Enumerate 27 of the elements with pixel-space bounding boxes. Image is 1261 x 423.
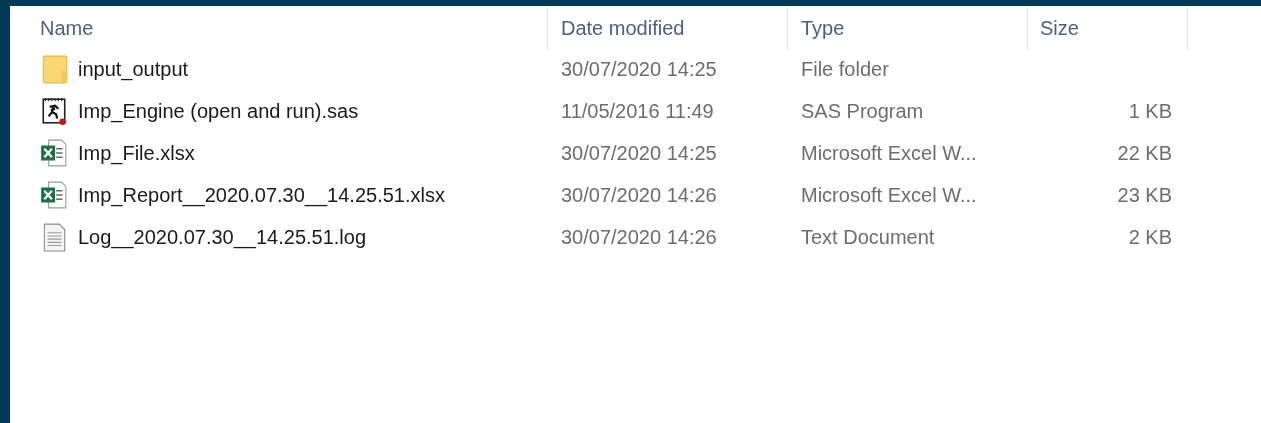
file-size: 2 KB [1128,225,1172,249]
name-column-header[interactable]: Name [40,16,94,40]
file-name[interactable]: Log__2020.07.30__14.25.51.log [78,225,367,249]
running-figure-icon [40,96,68,126]
file-size: 22 KB [1117,141,1172,165]
date-modified: 30/07/2020 14:25 [561,57,717,81]
file-type: File folder [801,57,889,81]
file-name[interactable]: Imp_Engine (open and run).sas [78,99,359,123]
date-modified: 30/07/2020 14:26 [561,183,717,207]
file-type: Microsoft Excel W... [801,141,977,165]
folder-icon [40,54,68,84]
date-modified: 11/05/2016 11:49 [561,99,714,123]
file-size: 23 KB [1117,183,1172,207]
file-type: Microsoft Excel W... [801,183,977,207]
date-modified: 30/07/2020 14:26 [561,225,717,249]
file-size: 1 KB [1128,99,1172,123]
file-name[interactable]: Imp_Report__2020.07.30__14.25.51.xlsx [78,183,445,207]
date-column-header[interactable]: Date modified [561,16,685,40]
date-modified: 30/07/2020 14:25 [561,141,717,165]
size-column-header[interactable]: Size [1040,16,1079,40]
file-type: Text Document [801,225,935,249]
file-name[interactable]: input_output [78,57,189,81]
type-column-header[interactable]: Type [801,16,845,40]
file-name[interactable]: Imp_File.xlsx [78,141,195,165]
file-type: SAS Program [801,99,924,123]
spreadsheet-icon [40,180,68,210]
spreadsheet-icon [40,138,68,168]
